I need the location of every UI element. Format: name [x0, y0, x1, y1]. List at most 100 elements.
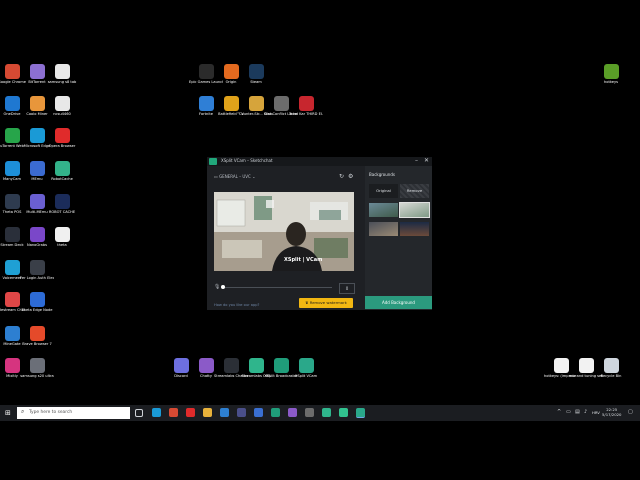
bg-thumbnail-selected[interactable]	[399, 202, 430, 218]
desktop-icon-label: Fer Login Auth Elect	[20, 276, 54, 280]
backgrounds-panel: Backgrounds Original Remove Add Backgrou…	[365, 166, 432, 310]
mixitup-icon	[4, 358, 20, 373]
volume-slider-knob[interactable]	[221, 285, 225, 289]
minegate-icon	[4, 326, 20, 341]
desktop-icon-xsplitvcam[interactable]: XSplit VCam	[289, 358, 323, 378]
desktop-icon-ferlogin[interactable]: Fer Login Auth Elect	[20, 260, 54, 280]
add-background-button[interactable]: Add Background	[365, 296, 432, 309]
login-icon	[29, 260, 45, 275]
desktop-icon-label: hotkeys	[603, 80, 619, 84]
origin-icon	[223, 64, 239, 79]
bg-thumbnail[interactable]	[369, 203, 398, 217]
streamlabs-icon	[223, 358, 239, 373]
window-title: XSplit VCam – Sketchchat	[221, 158, 273, 163]
desktop-icon-brave[interactable]: Brave Browser 7	[20, 326, 54, 346]
language-indicator[interactable]: HRV	[592, 410, 600, 415]
chatty-icon	[198, 358, 214, 373]
close-icon[interactable]: ✕	[424, 157, 429, 164]
desktop-icon-label: RobotCache	[51, 177, 73, 181]
csgo-icon	[248, 96, 264, 111]
desktop-icon-opera[interactable]: Opera Browser	[45, 128, 79, 148]
discord-icon	[173, 358, 189, 373]
volume-value[interactable]: 0	[339, 283, 355, 294]
memu-icon	[29, 194, 45, 209]
desktop-icon-label: Opera Browser	[48, 144, 76, 148]
taskbar-xsplit-icon[interactable]	[271, 408, 280, 417]
chrome-icon	[4, 64, 20, 79]
desktop-icon-label: ncsu4460	[53, 112, 71, 116]
file-icon	[54, 227, 70, 242]
taskbar-mail-icon[interactable]	[220, 408, 229, 417]
steam-icon	[248, 64, 264, 79]
taskbar-search[interactable]: ⌕ Type here to search	[17, 407, 130, 419]
desktop-icon-samsung[interactable]: samsung s8 tab	[45, 64, 79, 84]
taskbar-photos-icon[interactable]	[254, 408, 263, 417]
theta-icon	[29, 292, 45, 307]
taskbar-vcam-icon[interactable]	[322, 408, 331, 417]
tray-overflow-icon[interactable]: ^	[557, 409, 561, 415]
desktop-icon-label: Tekel Kar THIRD EI...	[289, 112, 323, 116]
opera-icon	[54, 128, 70, 143]
volume-slider[interactable]	[222, 287, 332, 288]
microphone-icon[interactable]: 🎙	[214, 284, 220, 290]
notification-icon[interactable]: ▢	[628, 409, 633, 415]
camera-preview: XSplit | VCam	[214, 192, 354, 271]
desktop-icon-label: XSplit VCam	[294, 374, 318, 378]
volume-icon[interactable]: ♪	[584, 409, 587, 415]
taskbar-chatty-icon[interactable]	[288, 408, 297, 417]
letterbox-bottom	[0, 421, 640, 480]
taskbar-task-view-icon[interactable]	[135, 409, 143, 417]
taskbar-store-icon[interactable]	[237, 408, 246, 417]
desktop-icon-theta[interactable]: theta	[45, 227, 79, 247]
brave-icon	[29, 326, 45, 341]
taskbar-folder-icon[interactable]	[203, 408, 212, 417]
miner-icon	[29, 96, 45, 111]
file-icon	[29, 358, 45, 373]
desktop-icon-samsung20[interactable]: samsung s20 ultra	[20, 358, 54, 378]
taskbar-slobs-icon[interactable]	[339, 408, 348, 417]
file-icon	[553, 358, 569, 373]
desktop-icon-hotkeys[interactable]: hotkeys	[594, 64, 628, 84]
desktop-icon-ncsu[interactable]: ncsu4460	[45, 96, 79, 116]
file-icon	[578, 358, 594, 373]
bg-thumbnail[interactable]	[400, 222, 429, 236]
desktop-icon-tekken[interactable]: Tekel Kar THIRD EI...	[289, 96, 323, 116]
feedback-link[interactable]: How do you like our app?	[214, 303, 259, 307]
taskbar-clock[interactable]: 22:25 5/17/2020	[602, 407, 621, 417]
xsplit-logo-icon	[209, 158, 217, 165]
desktop-icon-steam[interactable]: Steam	[239, 64, 273, 84]
battery-icon[interactable]: ▭	[566, 409, 571, 415]
file-icon	[54, 64, 70, 79]
desktop-icon-label: samsung s20 ultra	[20, 374, 54, 378]
gear-icon[interactable]: ⚙	[348, 173, 353, 180]
taskbar-streamlabs-icon[interactable]	[305, 408, 314, 417]
slobs-icon	[248, 358, 264, 373]
minimize-icon[interactable]: –	[415, 157, 418, 164]
bg-remove-button[interactable]: Remove	[400, 184, 429, 198]
desktop-icon-thetaedge[interactable]: Theta Edge Node	[20, 292, 54, 312]
bg-original-button[interactable]: Original	[369, 184, 398, 198]
desktop-icon-label: Brave Browser 7	[22, 342, 52, 346]
battlefield-icon	[223, 96, 239, 111]
title-bar[interactable]: XSplit VCam – Sketchchat – ✕	[207, 157, 432, 166]
onedrive-icon	[4, 96, 20, 111]
taskbar-xsplit-vcam-icon[interactable]	[356, 408, 365, 418]
desktop-icon-recycle[interactable]: Recycle Bin	[594, 358, 628, 378]
camera-select[interactable]: ▭ GENERAL – UVC ⌄	[214, 174, 255, 179]
desktop-icon-label: Steam	[250, 80, 262, 84]
robotcache-icon	[54, 161, 70, 176]
desktop-icon-robotcache[interactable]: RobotCache	[45, 161, 79, 181]
taskbar-opera-icon[interactable]	[186, 408, 195, 417]
windows-start-icon[interactable]: ⊞	[5, 409, 11, 417]
desktop-icon-robotcache2[interactable]: ROBOT CACHE	[45, 194, 79, 214]
remove-watermark-button[interactable]: ♛ Remove watermark	[299, 298, 353, 308]
taskbar-edge-icon[interactable]	[152, 408, 161, 417]
xsplit-vcam-window: XSplit VCam – Sketchchat – ✕ ▭ GENERAL –…	[207, 157, 432, 310]
network-icon[interactable]: ▤	[575, 409, 580, 415]
bg-thumbnail[interactable]	[369, 222, 398, 236]
desktop-icon-label: ROBOT CACHE	[48, 210, 76, 214]
utorrent-icon	[4, 128, 20, 143]
hotkeys-icon	[603, 64, 619, 79]
refresh-icon[interactable]: ↻	[339, 173, 344, 180]
taskbar-chrome-icon[interactable]	[169, 408, 178, 417]
